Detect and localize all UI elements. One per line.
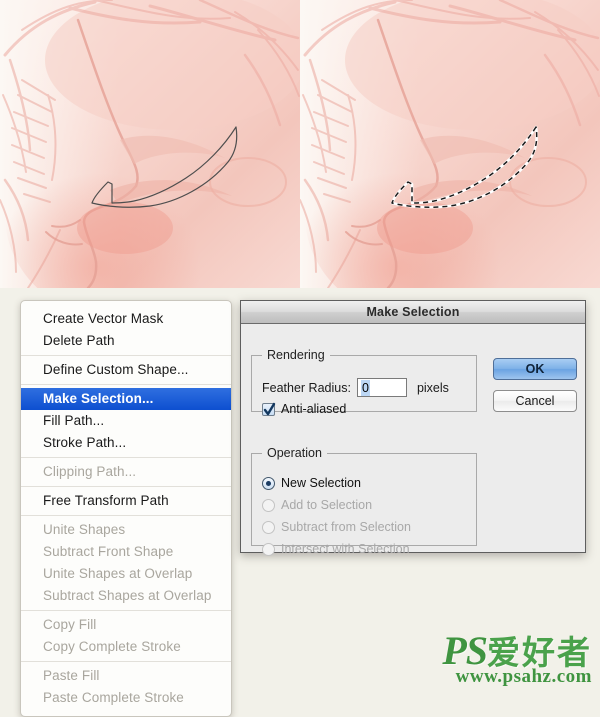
feather-radius-value: 0 bbox=[360, 379, 370, 396]
feather-radius-input[interactable]: 0 bbox=[356, 378, 407, 397]
anti-aliased-label: Anti-aliased bbox=[281, 402, 347, 416]
menu-group: Make Selection... Fill Path... Stroke Pa… bbox=[21, 384, 231, 457]
feather-radius-label: Feather Radius: bbox=[262, 380, 351, 395]
menu-item-stroke-path[interactable]: Stroke Path... bbox=[21, 432, 231, 454]
menu-item-make-selection[interactable]: Make Selection... bbox=[21, 388, 231, 410]
make-selection-dialog: Make Selection Rendering Feather Radius:… bbox=[240, 300, 586, 556]
radio-icon-disabled bbox=[262, 498, 275, 512]
menu-item-create-vector-mask[interactable]: Create Vector Mask bbox=[21, 308, 231, 330]
watermark-url: www.psahz.com bbox=[455, 666, 592, 687]
cancel-button[interactable]: Cancel bbox=[493, 390, 577, 412]
menu-item-subtract-front-shape: Subtract Front Shape bbox=[43, 544, 174, 559]
menu-group: Define Custom Shape... bbox=[21, 355, 231, 384]
radio-label-subtract-from-selection: Subtract from Selection bbox=[281, 520, 411, 534]
radio-add-to-selection: Add to Selection bbox=[262, 498, 372, 512]
dialog-titlebar[interactable]: Make Selection bbox=[241, 301, 585, 324]
menu-group: Paste Fill Paste Complete Stroke bbox=[21, 661, 231, 712]
illustration-with-selection bbox=[300, 0, 600, 288]
illustration-path-svg bbox=[0, 0, 300, 288]
menu-item-delete-path[interactable]: Delete Path bbox=[21, 330, 231, 352]
menu-item-copy-fill: Copy Fill bbox=[43, 617, 97, 632]
menu-item-paste-complete-stroke: Paste Complete Stroke bbox=[43, 690, 184, 705]
operation-group: Operation New Selection Add to Selection… bbox=[251, 446, 477, 556]
menu-group: Clipping Path... bbox=[21, 457, 231, 486]
radio-label-add-to-selection: Add to Selection bbox=[281, 498, 373, 512]
menu-item-define-custom-shape[interactable]: Define Custom Shape... bbox=[21, 359, 231, 381]
menu-item-fill-path[interactable]: Fill Path... bbox=[21, 410, 231, 432]
operation-legend: Operation bbox=[267, 446, 322, 460]
artwork-area bbox=[0, 0, 600, 288]
radio-new-selection[interactable]: New Selection bbox=[262, 476, 361, 490]
menu-item-free-transform-path[interactable]: Free Transform Path bbox=[21, 490, 231, 512]
anti-aliased-row[interactable]: Anti-aliased bbox=[262, 402, 346, 416]
radio-label-new-selection: New Selection bbox=[281, 476, 361, 490]
menu-item-unite-shapes: Unite Shapes bbox=[43, 522, 126, 537]
checkmark-glyph bbox=[263, 402, 276, 415]
menu-group: Free Transform Path bbox=[21, 486, 231, 515]
illustration-selection-svg bbox=[300, 0, 600, 288]
radio-subtract-from-selection: Subtract from Selection bbox=[262, 520, 411, 534]
menu-item-clipping-path: Clipping Path... bbox=[43, 464, 137, 479]
path-context-menu[interactable]: Create Vector Mask Delete Path Define Cu… bbox=[20, 300, 232, 717]
feather-radius-row: Feather Radius: 0 pixels bbox=[262, 378, 449, 397]
radio-label-intersect-with-selection: Intersect with Selection bbox=[281, 542, 410, 556]
checkmark-icon[interactable] bbox=[262, 402, 276, 416]
ok-button[interactable]: OK bbox=[493, 358, 577, 380]
menu-item-copy-complete-stroke: Copy Complete Stroke bbox=[43, 639, 181, 654]
rendering-group: Rendering Feather Radius: 0 pixels Anti-… bbox=[251, 348, 477, 416]
feather-radius-units: pixels bbox=[416, 380, 449, 395]
menu-item-unite-shapes-at-overlap: Unite Shapes at Overlap bbox=[43, 566, 193, 581]
radio-icon-disabled bbox=[262, 542, 275, 556]
menu-item-subtract-shapes-at-overlap: Subtract Shapes at Overlap bbox=[43, 588, 212, 603]
radio-intersect-with-selection: Intersect with Selection bbox=[262, 542, 410, 556]
radio-icon-selected[interactable] bbox=[262, 476, 275, 490]
dialog-body: Rendering Feather Radius: 0 pixels Anti-… bbox=[241, 324, 585, 556]
rendering-legend: Rendering bbox=[267, 348, 325, 362]
illustration-with-path bbox=[0, 0, 300, 288]
watermark: PS爱好者 www.psahz.com bbox=[442, 631, 592, 687]
dialog-title: Make Selection bbox=[366, 305, 460, 319]
radio-icon-disabled bbox=[262, 520, 275, 534]
menu-item-paste-fill: Paste Fill bbox=[43, 668, 100, 683]
menu-group: Create Vector Mask Delete Path bbox=[21, 305, 231, 355]
menu-group: Copy Fill Copy Complete Stroke bbox=[21, 610, 231, 661]
menu-group: Unite Shapes Subtract Front Shape Unite … bbox=[21, 515, 231, 610]
dialog-buttons: OK Cancel bbox=[493, 358, 577, 422]
